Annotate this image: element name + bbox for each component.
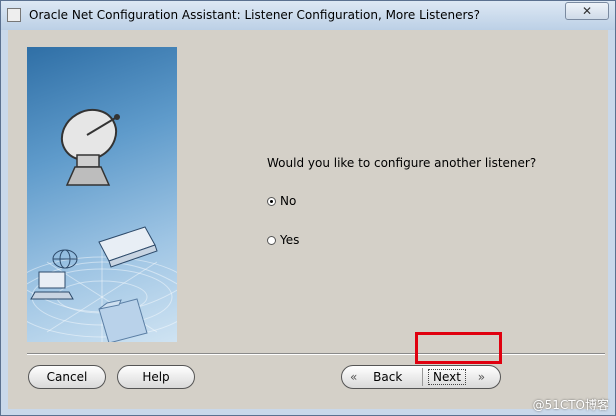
watermark: @51CTO博客 — [532, 398, 609, 412]
window-title: Oracle Net Configuration Assistant: List… — [29, 8, 481, 22]
radio-no[interactable] — [267, 196, 276, 206]
next-button-label: Next — [428, 369, 466, 385]
close-button[interactable]: ✕ — [565, 2, 609, 20]
app-icon — [7, 8, 21, 22]
navigation-button-group: « Back Next » — [341, 365, 501, 389]
next-button-highlight — [415, 332, 502, 364]
laptop-icon — [98, 226, 158, 268]
radio-yes[interactable] — [267, 235, 276, 245]
next-button[interactable]: Next » — [428, 366, 498, 388]
title-bar[interactable]: Oracle Net Configuration Assistant: List… — [1, 1, 615, 30]
chevron-right-icon: » — [477, 370, 486, 384]
dialog-window: Oracle Net Configuration Assistant: List… — [0, 0, 616, 416]
back-button[interactable]: « Back — [350, 366, 416, 388]
option-yes[interactable]: Yes — [267, 233, 299, 247]
back-button-label: Back — [373, 370, 403, 384]
wizard-illustration — [27, 47, 177, 342]
option-yes-label: Yes — [280, 233, 300, 247]
nav-divider — [422, 368, 423, 386]
question-text: Would you like to configure another list… — [267, 156, 537, 170]
option-no[interactable]: No — [267, 194, 296, 208]
cancel-button[interactable]: Cancel — [28, 365, 106, 389]
button-separator — [27, 353, 605, 355]
globe-icon — [52, 249, 78, 269]
help-button[interactable]: Help — [117, 365, 195, 389]
option-no-label: No — [280, 194, 297, 208]
chevron-left-icon: « — [350, 370, 358, 384]
dialog-client-area: Would you like to configure another list… — [8, 30, 608, 409]
satellite-dish-icon — [60, 108, 120, 186]
satellite-network-illustration — [27, 108, 177, 342]
